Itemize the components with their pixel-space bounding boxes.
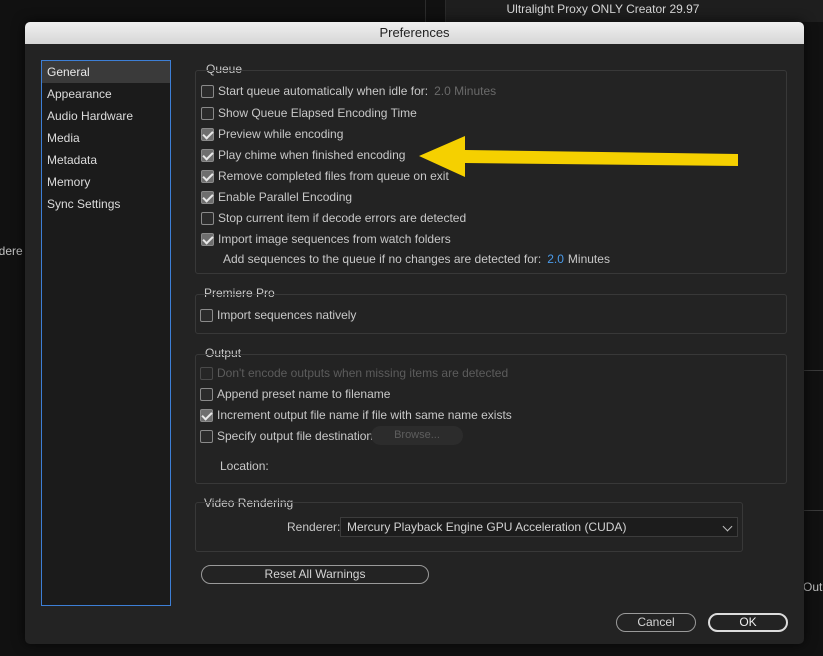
remove-completed-row: Remove completed files from queue on exi… [201, 167, 449, 185]
import-image-sequences-row: Import image sequences from watch folder… [201, 230, 451, 248]
start-queue-auto-checkbox[interactable] [201, 84, 214, 98]
dont-encode-checkbox [200, 366, 213, 380]
dont-encode-label: Don't encode outputs when missing items … [217, 366, 509, 380]
renderer-select[interactable]: Mercury Playback Engine GPU Acceleration… [340, 517, 738, 537]
browse-button: Browse... [371, 426, 463, 445]
sidebar-item-metadata[interactable]: Metadata [42, 149, 170, 171]
show-elapsed-label: Show Queue Elapsed Encoding Time [218, 106, 417, 120]
background-divider [425, 0, 426, 22]
sidebar-item-general[interactable]: General [42, 61, 170, 83]
stop-decode-errors-label: Stop current item if decode errors are d… [218, 211, 467, 225]
import-native-checkbox[interactable] [200, 308, 213, 322]
preferences-sidebar: General Appearance Audio Hardware Media … [41, 60, 171, 606]
play-chime-checkbox[interactable] [201, 148, 214, 162]
preview-encoding-checkbox[interactable] [201, 127, 214, 141]
stop-decode-errors-row: Stop current item if decode errors are d… [201, 209, 466, 227]
sidebar-item-media[interactable]: Media [42, 127, 170, 149]
increment-filename-label: Increment output file name if file with … [217, 408, 512, 422]
sidebar-item-sync-settings[interactable]: Sync Settings [42, 193, 170, 215]
renderer-label-row: Renderer: [287, 518, 340, 536]
append-preset-checkbox[interactable] [200, 387, 213, 401]
start-queue-auto-row: Start queue automatically when idle for:… [201, 82, 496, 100]
specify-destination-row: Specify output file destination: [200, 427, 376, 445]
append-preset-row: Append preset name to filename [200, 385, 390, 403]
play-chime-row: Play chime when finished encoding [201, 146, 405, 164]
parallel-encoding-row: Enable Parallel Encoding [201, 188, 352, 206]
renderer-label: Renderer: [287, 520, 341, 534]
add-sequences-row: Add sequences to the queue if no changes… [223, 250, 610, 268]
parallel-encoding-label: Enable Parallel Encoding [218, 190, 353, 204]
start-queue-idle-value[interactable]: 2.0 Minutes [434, 84, 496, 98]
remove-completed-label: Remove completed files from queue on exi… [218, 169, 449, 183]
background-partial-label-right: Outp [803, 580, 823, 594]
play-chime-label: Play chime when finished encoding [218, 148, 406, 162]
specify-destination-checkbox[interactable] [200, 429, 213, 443]
show-elapsed-row: Show Queue Elapsed Encoding Time [201, 104, 417, 122]
cancel-button[interactable]: Cancel [616, 613, 696, 632]
import-native-label: Import sequences natively [217, 308, 357, 322]
increment-filename-row: Increment output file name if file with … [200, 406, 512, 424]
reset-warnings-button[interactable]: Reset All Warnings [201, 565, 429, 584]
start-queue-auto-label: Start queue automatically when idle for: [218, 84, 429, 98]
increment-filename-checkbox[interactable] [200, 408, 213, 422]
stop-decode-errors-checkbox[interactable] [201, 211, 214, 225]
background-window-title: Ultralight Proxy ONLY Creator 29.97 [506, 2, 700, 16]
chevron-down-icon [722, 521, 733, 532]
add-sequences-unit: Minutes [567, 252, 610, 266]
specify-destination-label: Specify output file destination: [217, 429, 377, 443]
remove-completed-checkbox[interactable] [201, 169, 214, 183]
sidebar-item-audio-hardware[interactable]: Audio Hardware [42, 105, 170, 127]
ok-button[interactable]: OK [708, 613, 788, 632]
add-sequences-label: Add sequences to the queue if no changes… [223, 252, 542, 266]
import-native-row: Import sequences natively [200, 306, 356, 324]
sidebar-item-appearance[interactable]: Appearance [42, 83, 170, 105]
location-label: Location: [220, 459, 269, 473]
parallel-encoding-checkbox[interactable] [201, 190, 214, 204]
add-sequences-value[interactable]: 2.0 [547, 252, 564, 266]
append-preset-label: Append preset name to filename [217, 387, 391, 401]
renderer-select-value: Mercury Playback Engine GPU Acceleration… [347, 520, 627, 534]
background-divider-right [803, 370, 823, 371]
preview-encoding-label: Preview while encoding [218, 127, 344, 141]
background-divider-right [803, 510, 823, 511]
background-partial-label-left: adere [0, 244, 23, 258]
show-elapsed-checkbox[interactable] [201, 106, 214, 120]
import-image-sequences-checkbox[interactable] [201, 232, 214, 246]
location-row: Location: [220, 457, 269, 475]
import-image-sequences-label: Import image sequences from watch folder… [218, 232, 451, 246]
sidebar-item-memory[interactable]: Memory [42, 171, 170, 193]
preferences-dialog: Preferences General Appearance Audio Har… [25, 22, 804, 644]
dialog-titlebar[interactable]: Preferences [25, 22, 804, 44]
dont-encode-row: Don't encode outputs when missing items … [200, 364, 508, 382]
preview-encoding-row: Preview while encoding [201, 125, 343, 143]
